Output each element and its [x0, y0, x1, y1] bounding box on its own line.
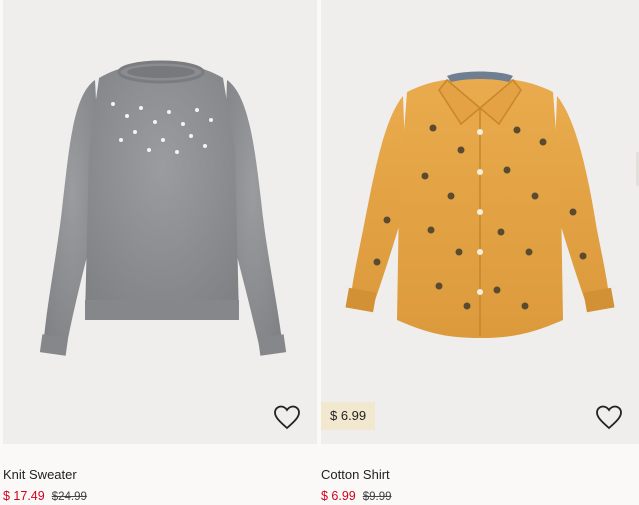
heart-outline-icon[interactable] — [595, 404, 623, 432]
original-price: $24.99 — [51, 491, 87, 503]
product-card-knit-sweater[interactable]: Knit Sweater $ 17.49 $24.99 — [3, 0, 317, 503]
sweater-image — [39, 60, 287, 356]
sale-price: $ 17.49 — [3, 489, 45, 503]
heart-outline-icon[interactable] — [273, 404, 301, 432]
product-name[interactable]: Knit Sweater — [3, 467, 77, 482]
product-image-knit-sweater[interactable] — [3, 0, 317, 444]
product-prices: $ 6.99 $9.99 — [321, 489, 392, 503]
price-badge: $ 6.99 — [321, 402, 376, 430]
product-name[interactable]: Cotton Shirt — [321, 467, 390, 482]
product-image-cotton-shirt[interactable]: $ 6.99 — [321, 0, 639, 444]
shirt-image — [345, 71, 615, 338]
product-card-cotton-shirt[interactable]: $ 6.99 Cotton Shirt $ 6.99 $9.99 — [321, 0, 639, 503]
product-grid: Knit Sweater $ 17.49 $24.99 $ 6.99 Cotto… — [0, 0, 639, 505]
product-prices: $ 17.49 $24.99 — [3, 489, 87, 503]
sale-price: $ 6.99 — [321, 489, 356, 503]
original-price: $9.99 — [362, 491, 392, 503]
